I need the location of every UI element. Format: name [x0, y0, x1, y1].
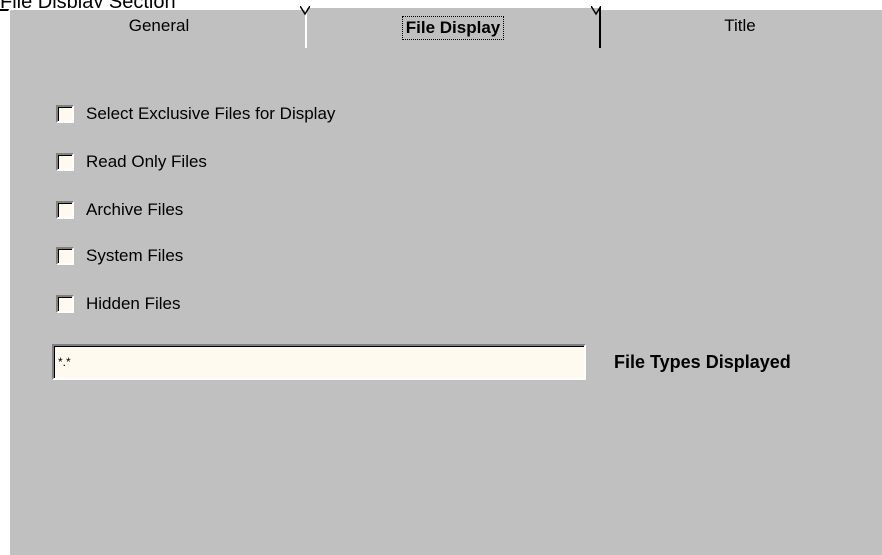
read-only-files-label: Read Only Files — [86, 152, 207, 171]
tab-file-display-label: File Display — [401, 16, 505, 40]
hidden-files-checkbox[interactable] — [56, 295, 74, 313]
hidden-files-label: Hidden Files — [86, 294, 181, 313]
archive-files-option[interactable]: Archive Files — [56, 199, 183, 221]
hidden-files-option[interactable]: Hidden Files — [56, 293, 181, 315]
tab-title-label: Title — [724, 16, 756, 35]
archive-files-label: Archive Files — [86, 200, 184, 219]
archive-files-checkbox[interactable] — [56, 201, 74, 219]
tab-general-label: General — [128, 16, 190, 35]
read-only-files-checkbox[interactable] — [56, 153, 74, 171]
tab-file-display[interactable]: File Display — [305, 6, 601, 48]
tab-separator-icon — [591, 6, 601, 16]
system-files-checkbox[interactable] — [56, 247, 74, 265]
file-display-window: File Display Section General File Displa… — [0, 0, 882, 555]
file-types-label: File Types Displayed — [614, 352, 791, 372]
tab-separator-icon — [300, 6, 310, 16]
file-types-input[interactable] — [52, 344, 586, 380]
tab-title[interactable]: Title — [596, 8, 882, 44]
read-only-files-option[interactable]: Read Only Files — [56, 151, 207, 173]
exclusive-files-option[interactable]: Select Exclusive Files for Display — [56, 103, 335, 125]
exclusive-files-checkbox[interactable] — [56, 105, 74, 123]
tab-general[interactable]: General — [8, 8, 310, 44]
file-display-panel: Select Exclusive Files for Display Read … — [8, 42, 882, 555]
system-files-option[interactable]: System Files — [56, 245, 183, 267]
system-files-label: System Files — [86, 246, 184, 265]
exclusive-files-label: Select Exclusive Files for Display — [86, 104, 336, 123]
